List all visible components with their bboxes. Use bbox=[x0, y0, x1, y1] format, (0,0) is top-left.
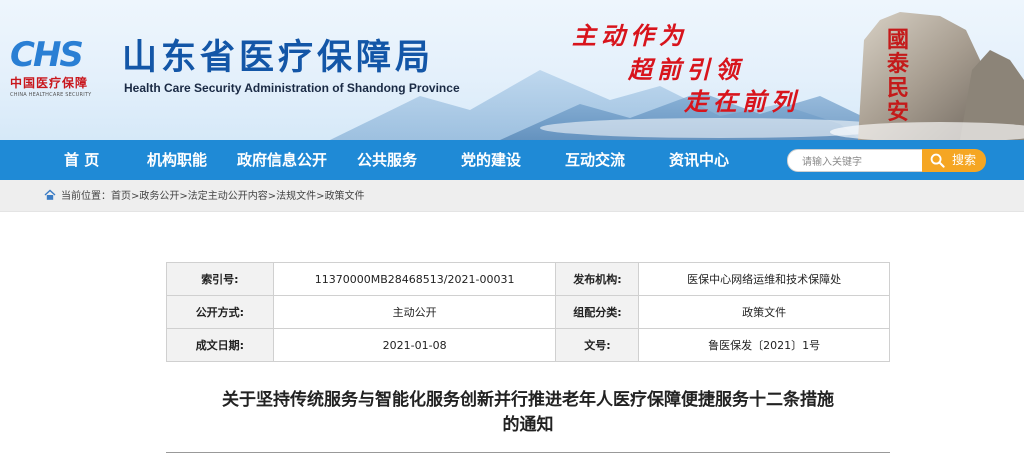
title-divider bbox=[166, 452, 890, 453]
meta-value-category: 政策文件 bbox=[638, 295, 890, 329]
site-header: CHS 中国医疗保障 CHINA HEALTHCARE SECURITY 山东省… bbox=[0, 0, 1024, 140]
meta-key-doc-number: 文号: bbox=[555, 328, 640, 362]
site-title: 山东省医疗保障局 bbox=[122, 38, 435, 78]
nav-item-home[interactable]: 首 页 bbox=[64, 140, 99, 180]
logo-chinese-text: 中国医疗保障 bbox=[10, 76, 89, 90]
article-title-line-2: 的通知 bbox=[502, 415, 554, 435]
breadcrumb-separator: > bbox=[267, 191, 277, 202]
logo-mark: CHS bbox=[10, 35, 84, 75]
nav-item-public-service[interactable]: 公共服务 bbox=[357, 140, 417, 180]
breadcrumb: 当前位置：首页>政务公开>法定主动公开内容>法规文件>政策文件 bbox=[61, 190, 365, 203]
rock-inscription: 國泰民安 bbox=[886, 27, 909, 125]
nav-item-news[interactable]: 资讯中心 bbox=[669, 140, 729, 180]
meta-value-date: 2021-01-08 bbox=[272, 328, 557, 362]
breadcrumb-link-home[interactable]: 首页 bbox=[111, 191, 131, 202]
meta-key-category: 组配分类: bbox=[555, 295, 640, 329]
breadcrumb-link-disclosure[interactable]: 法定主动公开内容 bbox=[188, 191, 268, 202]
meta-key-index: 索引号: bbox=[166, 262, 274, 296]
search-button-label: 搜索 bbox=[952, 153, 977, 167]
article-title-line-1: 关于坚持传统服务与智能化服务创新并行推进老年人医疗保障便捷服务十二条措施 bbox=[222, 390, 834, 410]
breadcrumb-separator: > bbox=[316, 191, 325, 202]
table-row: 成文日期: 2021-01-08 文号: 鲁医保发〔2021〕1号 bbox=[166, 328, 890, 362]
meta-value-publisher: 医保中心网络运维和技术保障处 bbox=[638, 262, 890, 296]
meta-value-disclosure-method: 主动公开 bbox=[272, 295, 557, 329]
nav-item-functions[interactable]: 机构职能 bbox=[147, 140, 207, 180]
breadcrumb-link-policy-docs[interactable]: 政策文件 bbox=[325, 191, 365, 202]
meta-key-disclosure-method: 公开方式: bbox=[166, 295, 274, 329]
search-button[interactable]: 搜索 bbox=[922, 149, 986, 172]
breadcrumb-prefix: 当前位置： bbox=[61, 191, 111, 202]
meta-key-date: 成文日期: bbox=[166, 328, 274, 362]
breadcrumb-separator: > bbox=[179, 191, 188, 202]
document-metadata-table: 索引号: 11370000MB28468513/2021-00031 发布机构:… bbox=[166, 262, 890, 362]
nav-item-party[interactable]: 党的建设 bbox=[461, 140, 521, 180]
slogan-line-1: 主动作为 bbox=[572, 22, 688, 50]
table-row: 公开方式: 主动公开 组配分类: 政策文件 bbox=[166, 295, 890, 329]
logo-english-text: CHINA HEALTHCARE SECURITY bbox=[10, 92, 92, 98]
article-title: 关于坚持传统服务与智能化服务创新并行推进老年人医疗保障便捷服务十二条措施 的通知 bbox=[140, 388, 916, 438]
meta-key-publisher: 发布机构: bbox=[555, 262, 640, 296]
nav-item-gov-info[interactable]: 政府信息公开 bbox=[237, 140, 327, 180]
meta-value-doc-number: 鲁医保发〔2021〕1号 bbox=[638, 328, 890, 362]
home-icon bbox=[44, 189, 56, 200]
table-row: 索引号: 11370000MB28468513/2021-00031 发布机构:… bbox=[166, 262, 890, 296]
chs-logo[interactable]: CHS 中国医疗保障 CHINA HEALTHCARE SECURITY bbox=[10, 38, 110, 98]
breadcrumb-link-regulations[interactable]: 法规文件 bbox=[276, 191, 316, 202]
nav-item-interaction[interactable]: 互动交流 bbox=[565, 140, 625, 180]
search-box bbox=[787, 149, 927, 173]
search-icon bbox=[930, 153, 945, 168]
meta-value-index: 11370000MB28468513/2021-00031 bbox=[272, 262, 557, 296]
site-subtitle: Health Care Security Administration of S… bbox=[124, 81, 460, 95]
slogan-line-2: 超前引领 bbox=[628, 56, 744, 84]
search-input[interactable] bbox=[788, 152, 926, 173]
slogan-line-3: 走在前列 bbox=[684, 88, 800, 116]
breadcrumb-link-gov-affairs[interactable]: 政务公开 bbox=[139, 191, 179, 202]
